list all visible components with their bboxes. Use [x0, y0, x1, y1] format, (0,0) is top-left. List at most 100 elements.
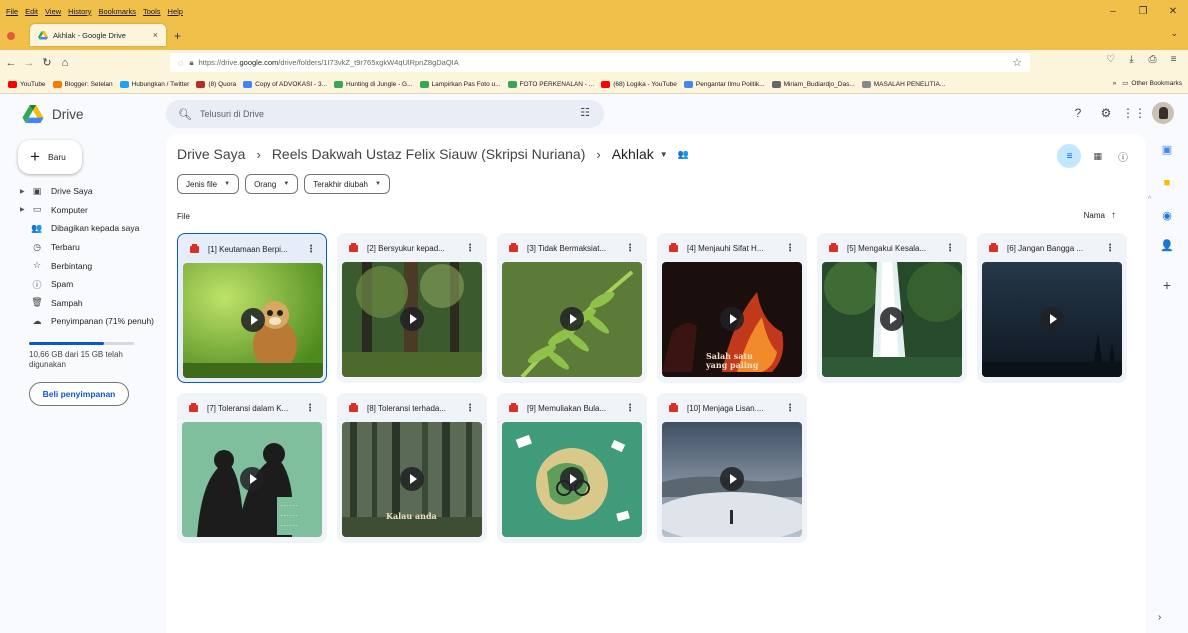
sidebar-item-star[interactable]: ☆ Berbintang	[0, 256, 166, 275]
file-card[interactable]: [7] Toleransi dalam K... ⋮ ------ ------ ---…	[177, 393, 327, 543]
sidebar-item-drive[interactable]: ▶ ▣ Drive Saya	[0, 182, 166, 201]
close-tab-icon[interactable]: ×	[153, 30, 158, 40]
reload-icon[interactable]: ↻	[40, 56, 54, 69]
play-icon[interactable]	[1040, 307, 1064, 331]
bookmark-star-icon[interactable]: ☆	[1012, 56, 1022, 69]
keep-icon[interactable]: ■	[1159, 176, 1175, 190]
folder-menu-chevron-icon[interactable]: ▼	[660, 150, 668, 159]
sidebar-item-shared[interactable]: 👥 Dibagikan kepada saya	[0, 219, 166, 238]
add-addon-icon[interactable]: +	[1159, 277, 1175, 293]
more-options-icon[interactable]: ⋮	[465, 243, 475, 254]
home-icon[interactable]: ⌂	[58, 57, 72, 69]
video-thumbnail[interactable]	[342, 262, 482, 377]
menu-file[interactable]: File	[6, 7, 18, 16]
buy-storage-button[interactable]: Beli penyimpanan	[29, 382, 129, 406]
url-bar[interactable]: ◌ 🔒︎ https://drive.google.com/drive/fold…	[170, 53, 1030, 72]
new-tab-icon[interactable]: +	[174, 29, 181, 43]
grid-view-icon[interactable]: ▦	[1093, 151, 1102, 162]
play-icon[interactable]	[560, 467, 584, 491]
filter-modified[interactable]: Terakhir diubah ▼	[304, 174, 390, 194]
sidebar-item-cloud[interactable]: ☁ Penyimpanan (71% penuh)	[0, 312, 166, 331]
file-card[interactable]: [6] Jangan Bangga ... ⋮	[977, 233, 1127, 383]
extensions-icon[interactable]: ⎙	[1142, 54, 1163, 65]
other-bookmarks[interactable]: » ▭ Other Bookmarks	[1113, 79, 1182, 88]
help-icon[interactable]: ?	[1064, 106, 1092, 120]
bookmark-item[interactable]: Blogger: Setelan	[52, 80, 113, 88]
sidebar-item-spam[interactable]: ⓘ Spam	[0, 275, 166, 294]
filter-file-type[interactable]: Jenis file ▼	[177, 174, 240, 194]
url-text[interactable]: https://drive.google.com/drive/folders/1…	[199, 58, 459, 67]
close-window-icon[interactable]: ✕	[1158, 6, 1188, 17]
search-input[interactable]: Telusuri di Drive	[200, 109, 264, 119]
bookmark-item[interactable]: Hunting di Jungle - G...	[334, 80, 413, 88]
play-icon[interactable]	[560, 307, 584, 331]
menu-view[interactable]: View	[45, 7, 61, 16]
tab-active[interactable]: Akhlak - Google Drive ×	[30, 24, 166, 46]
file-card[interactable]: [3] Tidak Bermaksiat... ⋮	[497, 233, 647, 383]
drive-logo[interactable]: Drive	[22, 105, 84, 124]
contacts-icon[interactable]: 👤	[1159, 238, 1175, 252]
file-card[interactable]: [8] Toleransi terhada... ⋮ Kalau anda	[337, 393, 487, 543]
lock-icon[interactable]: 🔒︎	[189, 58, 193, 68]
expand-caret-icon[interactable]: ▶	[20, 188, 25, 195]
list-tabs-icon[interactable]: ⌄	[1170, 28, 1178, 39]
firefox-view-icon[interactable]	[0, 22, 22, 50]
avatar[interactable]	[1152, 102, 1174, 124]
bookmark-item[interactable]: YouTube	[8, 80, 46, 88]
menu-history[interactable]: History	[68, 7, 91, 16]
menu-bookmarks[interactable]: Bookmarks	[99, 7, 137, 16]
bookmark-item[interactable]: Hubungkan / Twitter	[119, 80, 189, 88]
play-icon[interactable]	[720, 467, 744, 491]
video-thumbnail[interactable]: Salah satu yang paling	[662, 262, 802, 377]
tracking-shield-icon[interactable]: ◌	[178, 58, 183, 68]
app-menu-icon[interactable]: ≡	[1163, 54, 1184, 65]
current-folder-title[interactable]: Akhlak	[612, 146, 654, 162]
file-card[interactable]: [2] Bersyukur kepad... ⋮	[337, 233, 487, 383]
video-thumbnail[interactable]	[662, 422, 802, 537]
sort-arrow-up-icon[interactable]: ↑	[1111, 210, 1116, 221]
play-icon[interactable]	[720, 307, 744, 331]
search-bar[interactable]: 🔍︎ Telusuri di Drive ☷	[166, 100, 604, 128]
more-options-icon[interactable]: ⋮	[305, 403, 315, 414]
forward-icon[interactable]: →	[22, 57, 36, 69]
bookmark-item[interactable]: (68) Logika - YouTube	[601, 80, 677, 88]
play-icon[interactable]	[240, 467, 264, 491]
video-thumbnail[interactable]	[822, 262, 962, 377]
filter-people[interactable]: Orang ▼	[245, 174, 299, 194]
new-button[interactable]: + Baru	[18, 140, 82, 174]
back-icon[interactable]: ←	[4, 57, 18, 69]
bookmark-item[interactable]: Pengantar Ilmu Politik...	[683, 80, 765, 88]
video-thumbnail[interactable]	[183, 263, 323, 378]
chevron-right-icon[interactable]: ›	[1158, 612, 1161, 623]
more-options-icon[interactable]: ⋮	[625, 403, 635, 414]
bookmark-item[interactable]: FOTO PERKENALAN - ...	[507, 80, 594, 88]
more-bookmarks-icon[interactable]: »	[1113, 80, 1117, 87]
video-thumbnail[interactable]: Kalau anda	[342, 422, 482, 537]
more-options-icon[interactable]: ⋮	[306, 244, 316, 255]
menu-tools[interactable]: Tools	[143, 7, 161, 16]
file-card[interactable]: [5] Mengakui Kesala... ⋮	[817, 233, 967, 383]
pocket-icon[interactable]: ♡	[1100, 54, 1121, 65]
play-icon[interactable]	[400, 307, 424, 331]
video-thumbnail[interactable]	[502, 262, 642, 377]
minimize-icon[interactable]: –	[1098, 6, 1128, 17]
bookmark-item[interactable]: (8) Quora	[196, 80, 236, 88]
video-thumbnail[interactable]	[982, 262, 1122, 377]
play-icon[interactable]	[241, 308, 265, 332]
breadcrumb-my-drive[interactable]: Drive Saya	[177, 146, 245, 162]
file-card[interactable]: [10] Menjaga Lisan.... ⋮	[657, 393, 807, 543]
file-card[interactable]: [4] Menjauhi Sifat H... ⋮ Salah satu yang …	[657, 233, 807, 383]
bookmark-item[interactable]: Miriam_Budiardjo_Das...	[771, 80, 855, 88]
settings-icon[interactable]: ⚙	[1092, 106, 1120, 120]
calendar-icon[interactable]: ▣	[1159, 142, 1175, 156]
search-options-icon[interactable]: ☷	[580, 106, 590, 119]
more-options-icon[interactable]: ⋮	[785, 403, 795, 414]
bookmark-item[interactable]: MASALAH PENELITIA...	[861, 80, 945, 88]
more-options-icon[interactable]: ⋮	[465, 403, 475, 414]
expand-caret-icon[interactable]: ▶	[20, 206, 25, 213]
scroll-up-icon[interactable]: ^	[1148, 196, 1151, 203]
play-icon[interactable]	[400, 467, 424, 491]
play-icon[interactable]	[880, 307, 904, 331]
sort-control[interactable]: Nama ↑	[1084, 210, 1116, 221]
menu-help[interactable]: Help	[168, 7, 183, 16]
